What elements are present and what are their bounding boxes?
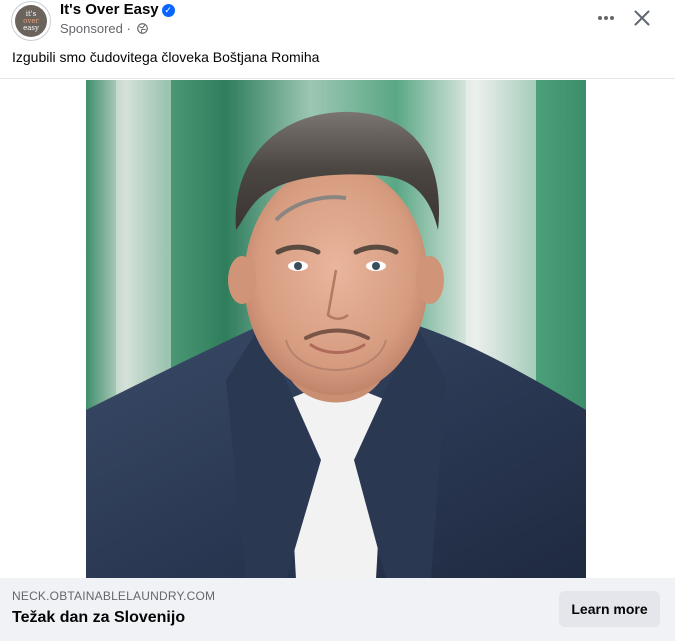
page-avatar[interactable]: it's over easy	[11, 1, 51, 41]
post-meta: Sponsored ·	[60, 21, 149, 36]
learn-more-button[interactable]: Learn more	[559, 591, 660, 627]
sponsored-label[interactable]: Sponsored	[60, 21, 123, 36]
close-icon	[634, 10, 650, 26]
post-header: it's over easy It's Over Easy ✓ Sponsored…	[0, 0, 675, 44]
page-logo: it's over easy	[15, 5, 47, 37]
globe-icon	[137, 23, 149, 34]
hide-ad-button[interactable]	[628, 5, 656, 31]
link-domain: NECK.OBTAINABLELAUNDRY.COM	[12, 589, 216, 603]
page-name-link[interactable]: It's Over Easy	[60, 1, 159, 18]
link-preview[interactable]: NECK.OBTAINABLELAUNDRY.COM Težak dan za …	[0, 578, 675, 641]
ad-media[interactable]	[0, 78, 675, 579]
ad-photo[interactable]	[86, 80, 586, 579]
portrait-image	[86, 80, 586, 579]
link-headline[interactable]: Težak dan za Slovenijo	[12, 609, 185, 627]
meta-separator: ·	[122, 21, 135, 36]
page-name-line: It's Over Easy ✓	[60, 1, 175, 18]
verified-badge-icon: ✓	[161, 4, 175, 17]
post-caption: Izgubili smo čudovitega človeka Boštjana…	[12, 49, 320, 65]
more-options-button[interactable]	[592, 5, 620, 31]
more-options-icon	[598, 16, 614, 20]
